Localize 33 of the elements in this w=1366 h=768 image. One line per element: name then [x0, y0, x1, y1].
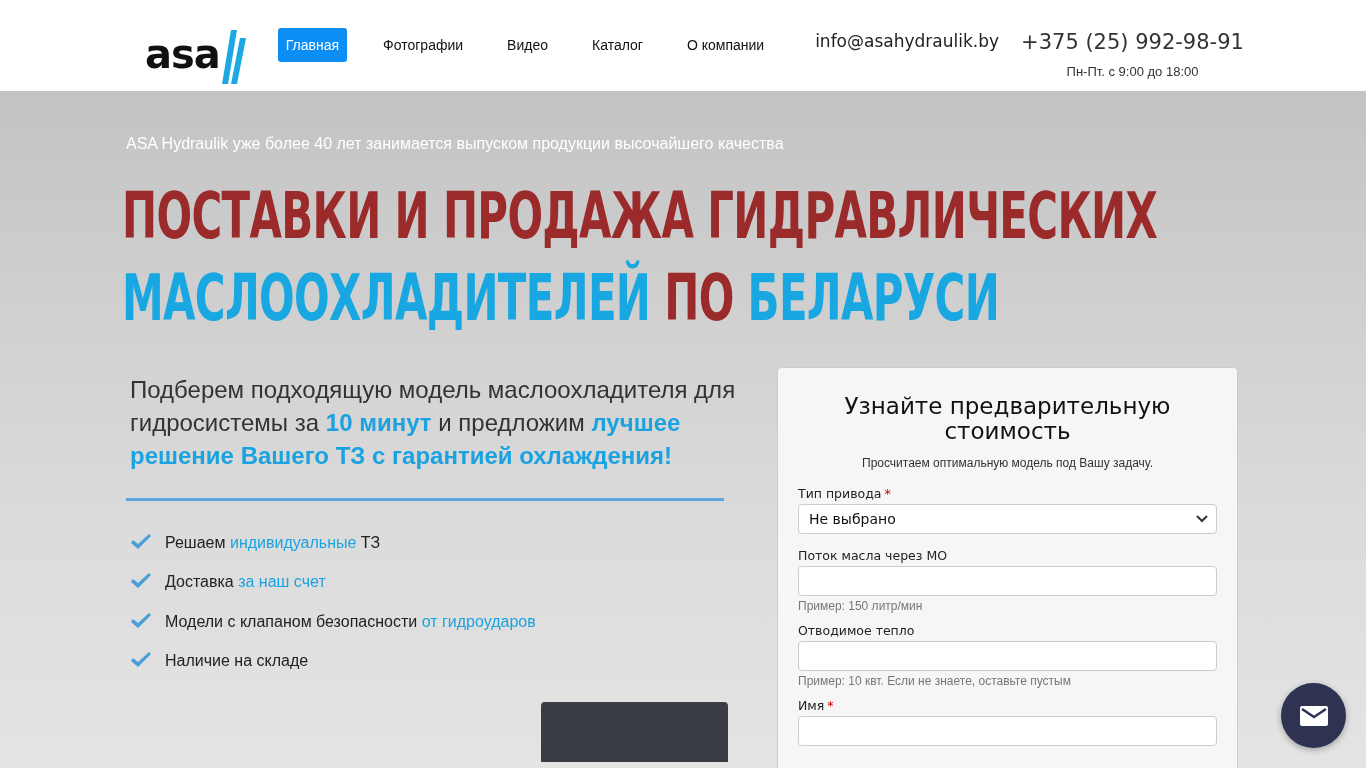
- form-title: Узнайте предварительную стоимость: [843, 394, 1172, 444]
- benefit-text: Модели с клапаном безопасности от гидроударов: [165, 612, 536, 631]
- logo[interactable]: asa: [145, 30, 246, 84]
- lead-paragraph: Подберем подходящую модель маслоохладителя для гидросистемы за 10 минут и предложим лучшее решение Вашего ТЗ с гарантией охлаждения!: [130, 375, 737, 471]
- field-hint: Пример: 10 квт. Если не знаете, оставьте пустым: [798, 674, 1072, 688]
- nav-link[interactable]: О компании: [678, 28, 773, 62]
- field-hint: Пример: 150 литр/мин: [798, 599, 924, 613]
- benefit-text: Решаем индивидуальные ТЗ: [165, 533, 381, 552]
- field-label: Отводимое тепло: [798, 623, 916, 638]
- field-label: Поток масла через МО: [798, 548, 949, 563]
- field-label: Имя *: [798, 698, 835, 713]
- headline: МАСЛООХЛАДИТЕЛЕЙ ПО БЕЛАРУСИ: [122, 259, 1000, 337]
- envelope-icon: [1299, 705, 1328, 726]
- working-hours: Пн-Пт. с 9:00 до 18:00: [1066, 64, 1199, 79]
- nav-link[interactable]: Видео: [499, 28, 556, 62]
- chevron-down-icon: [1196, 515, 1208, 523]
- field-label: Тип привода *: [798, 486, 892, 501]
- input-field[interactable]: [798, 641, 1217, 671]
- nav-link[interactable]: Каталог: [584, 28, 651, 62]
- mail-button[interactable]: [1281, 683, 1346, 748]
- checkmark-icon: [130, 612, 152, 631]
- input-field[interactable]: [798, 716, 1217, 746]
- benefit-text: Доставка за наш счет: [165, 573, 326, 592]
- benefit-text: Наличие на складе: [165, 652, 309, 671]
- checkmark-icon: [130, 533, 152, 552]
- phone-link[interactable]: +375 (25) 992-98-91: [1021, 30, 1244, 54]
- email-link[interactable]: info@asahydraulik.by: [815, 31, 1000, 51]
- dropdown[interactable]: Не выбрано: [798, 504, 1217, 534]
- input-field[interactable]: [798, 566, 1217, 596]
- nav-link[interactable]: Фотографии: [375, 28, 472, 62]
- headline: ПОСТАВКИ И ПРОДАЖА ГИДРАВЛИЧЕСКИХ: [122, 178, 1158, 255]
- form-subtitle: Просчитаем оптимальную модель под Вашу задачу.: [861, 456, 1154, 470]
- intro-text: ASA Hydraulik уже более 40 лет занимается выпуском продукции высочайшего качества: [126, 135, 785, 153]
